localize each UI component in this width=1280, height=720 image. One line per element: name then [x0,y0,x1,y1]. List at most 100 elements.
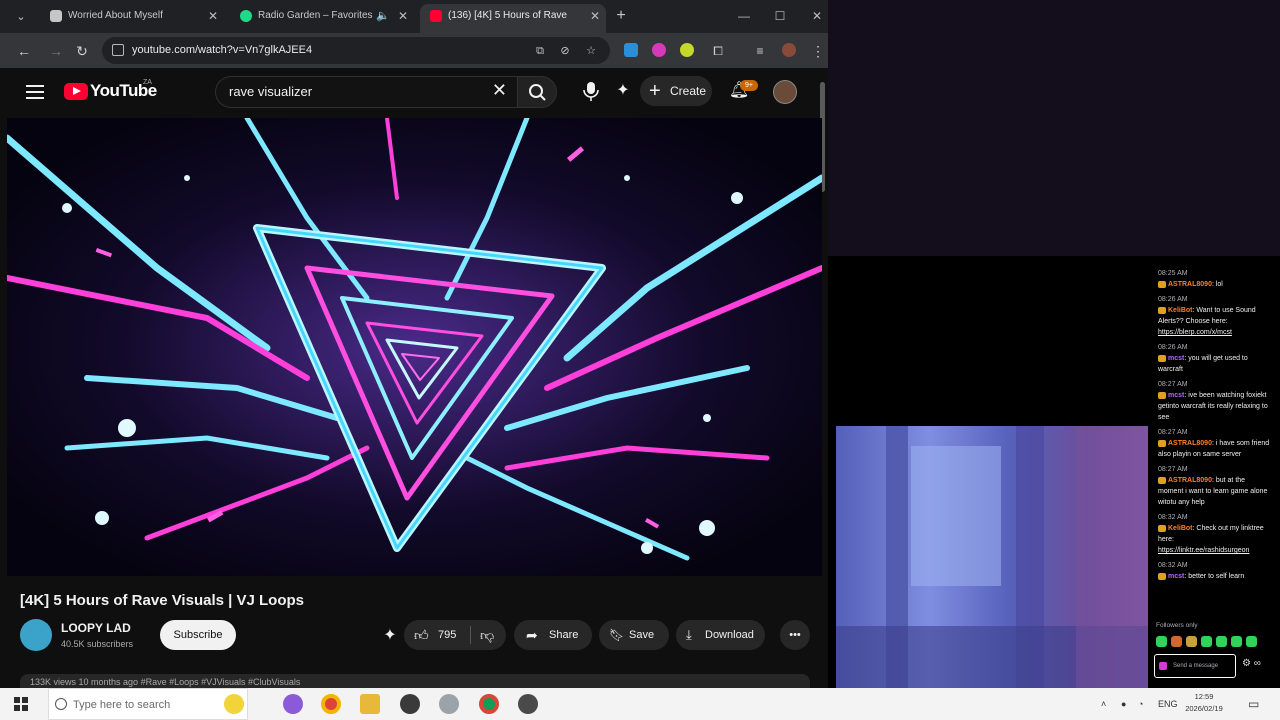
ai-sparkle-icon[interactable]: ✦ [612,80,634,102]
chat-input-placeholder: Send a message [1173,663,1219,669]
menu-hamburger-icon[interactable] [26,85,44,99]
site-info-icon[interactable] [112,44,124,56]
extension-icon[interactable] [624,43,638,57]
emote-icon[interactable] [1201,636,1212,647]
chat-link[interactable]: https://linktr.ee/rashidsurgeon [1158,545,1272,556]
bookmark-star-icon[interactable]: ☆ [583,43,599,59]
tab-search-button[interactable]: ⌄ [10,8,32,26]
page-favicon-icon [50,10,62,22]
dislike-icon[interactable]: 👎︎ [480,620,494,650]
chat-username[interactable]: mcst [1168,355,1184,362]
copilot-highlight-icon[interactable] [224,694,244,714]
share-button[interactable]: ➦ Share [514,620,592,650]
like-icon[interactable]: 👍︎ [414,620,429,650]
emote-icon[interactable] [1186,636,1197,647]
chat-username[interactable]: KeliBot [1168,307,1193,314]
channel-avatar[interactable] [20,619,52,651]
chrome-icon[interactable] [321,694,341,714]
language-indicator[interactable]: ENG [1158,688,1178,720]
tab-radio-garden[interactable]: Radio Garden – Favorites 🔈 ✕ [230,4,414,33]
tracking-protection-icon[interactable]: ⊘ [557,43,573,59]
chat-input[interactable]: Send a message [1154,654,1236,678]
chat-timestamp: 08:32 AM [1158,562,1188,569]
close-tab-icon[interactable]: ✕ [590,4,600,28]
close-tab-icon[interactable]: ✕ [208,4,218,28]
app-icon[interactable] [439,694,459,714]
chat-link[interactable]: https://blerp.com/x/mcst [1158,327,1272,338]
divider [470,626,471,644]
chat-badge-icon [1158,354,1166,362]
chat-username[interactable]: KeliBot [1168,525,1193,532]
channel-name[interactable]: LOOPY LAD [61,621,131,635]
extension-icon[interactable] [652,43,666,57]
subscribe-button[interactable]: Subscribe [160,620,236,650]
chrome-profile-icon[interactable] [479,694,499,714]
account-avatar[interactable] [773,80,797,104]
search-input[interactable]: rave visualizer ✕ [215,76,517,108]
chat-timestamp: 08:26 AM [1158,344,1188,351]
tab-worried-about-myself[interactable]: Worried About Myself ✕ [40,4,224,33]
like-count[interactable]: 795 [438,620,456,650]
search-button[interactable] [517,76,557,108]
chat-username[interactable]: ASTRAL8090 [1168,440,1212,447]
obs-icon[interactable] [400,694,420,714]
extension-icon[interactable] [680,43,694,57]
emote-icon[interactable] [1216,636,1227,647]
forward-arrow-icon[interactable]: → [46,41,66,61]
emote-icon[interactable] [1231,636,1242,647]
emote-icon[interactable] [1171,636,1182,647]
windows-start-icon[interactable] [14,697,28,711]
voice-search-button[interactable] [578,78,604,104]
copilot-icon[interactable] [283,694,303,714]
chat-username[interactable]: ASTRAL8090 [1168,477,1212,484]
create-label: Create [670,84,707,98]
url-text[interactable]: youtube.com/watch?v=Vn7glkAJEE4 [132,37,312,64]
create-button[interactable]: + Create [640,76,712,106]
download-button[interactable]: ⤓ Download [676,620,765,650]
app-icon[interactable] [518,694,538,714]
radio-garden-favicon-icon [240,10,252,22]
emote-icon[interactable] [1246,636,1257,647]
taskbar-clock[interactable]: 12:59 2026/02/19 [1184,691,1224,715]
back-arrow-icon[interactable]: ← [14,41,34,61]
chat-username[interactable]: mcst [1168,392,1184,399]
chat-username[interactable]: mcst [1168,573,1184,580]
video-player[interactable] [7,118,822,576]
reload-icon[interactable]: ↻ [72,41,92,61]
chat-settings-icon[interactable]: ⚙ ∞ [1242,658,1261,669]
followers-only-notice: Followers only [1156,622,1198,629]
extensions-puzzle-icon[interactable]: ⧠ [708,41,728,61]
save-button[interactable]: 🔖︎ Save [599,620,669,650]
youtube-header: YouTube ZA rave visualizer ✕ ✦ + Create … [0,68,820,116]
chat-timestamp: 08:27 AM [1158,466,1188,473]
browser-menu-icon[interactable]: ⋮ [808,41,828,61]
file-explorer-icon[interactable] [360,694,380,714]
close-tab-icon[interactable]: ✕ [398,4,408,28]
show-hidden-icons-icon[interactable]: ˄ [1101,688,1106,720]
youtube-logo-icon[interactable] [64,83,88,100]
microphone-tray-icon[interactable]: ● [1121,688,1126,720]
tab-youtube-rave-visuals[interactable]: (136) [4K] 5 Hours of Rave Visua ✕ [420,4,606,33]
install-app-icon[interactable]: ⧉ [532,43,548,59]
chat-username[interactable]: ASTRAL8090 [1168,281,1212,288]
emote-icon[interactable] [1156,636,1167,647]
description-box[interactable]: 133K views 10 months ago #Rave #Loops #V… [20,674,810,688]
address-bar[interactable]: youtube.com/watch?v=Vn7glkAJEE4 ⧉ ⊘ ☆ [102,37,610,64]
youtube-page: YouTube ZA rave visualizer ✕ ✦ + Create … [0,68,828,688]
media-controls-icon[interactable]: ≡ [750,41,770,61]
network-icon[interactable]: ◔ [1138,688,1143,720]
close-window-icon[interactable]: ✕ [806,6,828,26]
profile-avatar-icon[interactable] [782,43,796,57]
maximize-icon[interactable]: ☐ [769,6,791,26]
clear-search-icon[interactable]: ✕ [492,80,507,101]
chat-message: 08:26 AM KeliBot: Want to use Sound Alert… [1150,294,1280,338]
ask-ai-icon[interactable]: ✦ [379,625,401,647]
audio-playing-icon[interactable]: 🔈 [376,4,390,28]
minimize-icon[interactable]: — [733,6,755,26]
notification-center-icon[interactable]: ▭ [1248,688,1259,720]
search-query[interactable]: rave visualizer [229,77,312,107]
chat-badge-icon [1158,476,1166,484]
more-actions-icon[interactable]: ••• [780,620,810,650]
new-tab-button[interactable]: + [612,6,630,26]
taskbar-search-box[interactable]: Type here to search [48,688,248,720]
